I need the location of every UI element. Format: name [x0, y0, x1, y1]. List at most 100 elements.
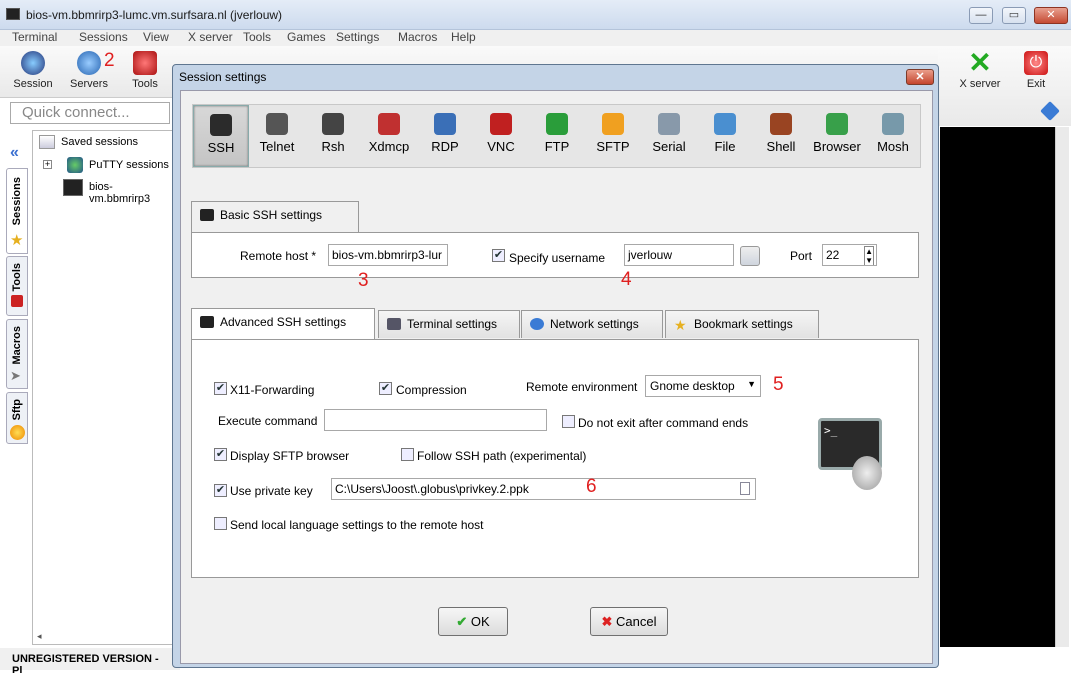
protocol-label: Rsh — [321, 139, 345, 154]
annotation-2: 2 — [104, 50, 115, 71]
sftp-browser-checkbox[interactable]: ✔ — [214, 448, 227, 461]
terminal-icon — [200, 316, 214, 328]
tab-bookmark-settings[interactable]: ★ Bookmark settings — [665, 310, 819, 338]
exit-button[interactable]: ⏻ Exit — [1009, 46, 1063, 90]
protocol-sftp[interactable]: SFTP — [585, 105, 641, 167]
username-input[interactable]: jverlouw — [624, 244, 734, 266]
serial-icon — [658, 113, 680, 135]
protocol-xdmcp[interactable]: Xdmcp — [361, 105, 417, 167]
annotation-4: 4 — [621, 269, 632, 290]
tab-terminal-settings[interactable]: Terminal settings — [378, 310, 520, 338]
no-exit-checkbox[interactable] — [562, 415, 575, 428]
remote-host-input[interactable]: bios-vm.bbmrirp3-lur — [328, 244, 448, 266]
protocol-file[interactable]: File — [697, 105, 753, 167]
protocol-telnet[interactable]: Telnet — [249, 105, 305, 167]
scroll-left-icon[interactable]: ◂ — [37, 631, 42, 642]
dialog-close-button[interactable]: ✕ — [906, 69, 934, 85]
protocol-label: RDP — [431, 139, 459, 154]
protocol-label: SFTP — [596, 139, 630, 154]
tree-session-item[interactable]: bios-vm.bbmrirp3 — [89, 181, 173, 205]
x11-checkbox[interactable]: ✔ — [214, 382, 227, 395]
quick-connect-input[interactable]: Quick connect... — [10, 102, 170, 124]
minimize-button[interactable]: — — [969, 7, 993, 24]
protocol-vnc[interactable]: VNC — [473, 105, 529, 167]
ssh-icon — [210, 114, 232, 136]
rdp-icon — [434, 113, 456, 135]
compression-label: Compression — [396, 383, 467, 397]
protocol-label: Mosh — [877, 139, 909, 154]
file-browse-icon[interactable] — [740, 482, 750, 495]
tab-tools[interactable]: Tools — [6, 256, 28, 316]
folder-icon — [39, 135, 55, 149]
tab-basic-ssh[interactable]: Basic SSH settings — [191, 201, 359, 235]
execute-command-input[interactable] — [324, 409, 547, 431]
menu-macros[interactable]: Macros — [398, 30, 437, 44]
window-title: bios-vm.bbmrirp3-lumc.vm.surfsara.nl (jv… — [26, 8, 283, 22]
user-picker-icon[interactable] — [740, 246, 760, 266]
sidebar-tabs: Sessions ★ Tools Macros ➤ Sftp — [6, 168, 28, 648]
specify-username-checkbox[interactable]: ✔ — [492, 249, 505, 262]
tree-root[interactable]: Saved sessions — [61, 136, 138, 148]
spinner-icon[interactable]: ▲ ▼ — [864, 246, 874, 265]
protocol-label: File — [714, 139, 736, 154]
protocol-browser[interactable]: Browser — [809, 105, 865, 167]
session-button[interactable]: Session — [6, 46, 60, 90]
xdmcp-icon — [378, 113, 400, 135]
cancel-button[interactable]: ✖ Cancel — [590, 607, 668, 636]
menu-sessions[interactable]: Sessions — [79, 30, 128, 44]
telnet-icon — [266, 113, 288, 135]
chevron-down-icon: ▼ — [747, 379, 756, 389]
menu-terminal[interactable]: Terminal — [12, 30, 57, 44]
terminal-scrollbar[interactable] — [1055, 127, 1069, 647]
protocol-rsh[interactable]: Rsh — [305, 105, 361, 167]
remote-environment-select[interactable]: Gnome desktop ▼ — [645, 375, 761, 397]
maximize-button[interactable]: ▭ — [1002, 7, 1026, 24]
follow-ssh-checkbox[interactable] — [401, 448, 414, 461]
protocol-serial[interactable]: Serial — [641, 105, 697, 167]
menu-xserver[interactable]: X server — [188, 30, 233, 44]
terminal-pane[interactable] — [940, 127, 1055, 647]
protocol-label: SSH — [207, 140, 235, 155]
protocol-ftp[interactable]: FTP — [529, 105, 585, 167]
tab-macros[interactable]: Macros ➤ — [6, 319, 28, 389]
paper-plane-icon: ➤ — [10, 368, 21, 383]
private-key-label: Use private key — [230, 484, 313, 498]
protocol-ssh[interactable]: SSH — [193, 105, 249, 167]
menu-help[interactable]: Help — [451, 30, 476, 44]
expand-icon[interactable]: + — [43, 160, 52, 169]
execute-command-label: Execute command — [218, 414, 318, 428]
tab-sessions[interactable]: Sessions ★ — [6, 168, 28, 254]
annotation-3: 3 — [358, 270, 369, 291]
vnc-icon — [490, 113, 512, 135]
no-exit-label: Do not exit after command ends — [578, 416, 749, 430]
protocol-shell[interactable]: Shell — [753, 105, 809, 167]
xserver-button[interactable]: ✕ X server — [953, 46, 1007, 91]
tree-putty-sessions[interactable]: PuTTY sessions — [89, 159, 169, 171]
tab-network-settings[interactable]: Network settings — [521, 310, 663, 338]
tab-advanced-ssh[interactable]: Advanced SSH settings — [191, 308, 375, 342]
tab-sftp[interactable]: Sftp — [6, 392, 28, 444]
menu-games[interactable]: Games — [287, 30, 326, 44]
remote-host-label: Remote host * — [240, 249, 317, 263]
protocol-mosh[interactable]: Mosh — [865, 105, 921, 167]
sftp-icon — [10, 425, 25, 440]
close-window-button[interactable]: ✕ — [1034, 7, 1068, 24]
power-icon: ⏻ — [1024, 51, 1048, 75]
tools-button[interactable]: Tools — [118, 46, 172, 90]
ok-button[interactable]: ✔ OK — [438, 607, 508, 636]
menu-view[interactable]: View — [143, 30, 169, 44]
menu-settings[interactable]: Settings — [336, 30, 379, 44]
x-icon: ✕ — [968, 47, 992, 78]
collapse-sidebar-icon[interactable]: « — [10, 144, 19, 162]
private-key-path-input[interactable]: C:\Users\Joost\.globus\privkey.2.ppk — [331, 478, 756, 500]
menu-tools[interactable]: Tools — [243, 30, 271, 44]
port-input[interactable]: 22 ▲ ▼ — [822, 244, 877, 266]
session-settings-dialog: Session settings ✕ SSH Telnet Rsh Xdmcp RDP V… — [172, 64, 939, 668]
status-bar: UNREGISTERED VERSION - Pl — [0, 648, 180, 673]
private-key-checkbox[interactable]: ✔ — [214, 484, 227, 497]
compression-checkbox[interactable]: ✔ — [379, 382, 392, 395]
protocol-label: Shell — [766, 139, 796, 154]
protocol-rdp[interactable]: RDP — [417, 105, 473, 167]
send-language-checkbox[interactable] — [214, 517, 227, 530]
pencil-icon[interactable] — [1040, 101, 1060, 121]
